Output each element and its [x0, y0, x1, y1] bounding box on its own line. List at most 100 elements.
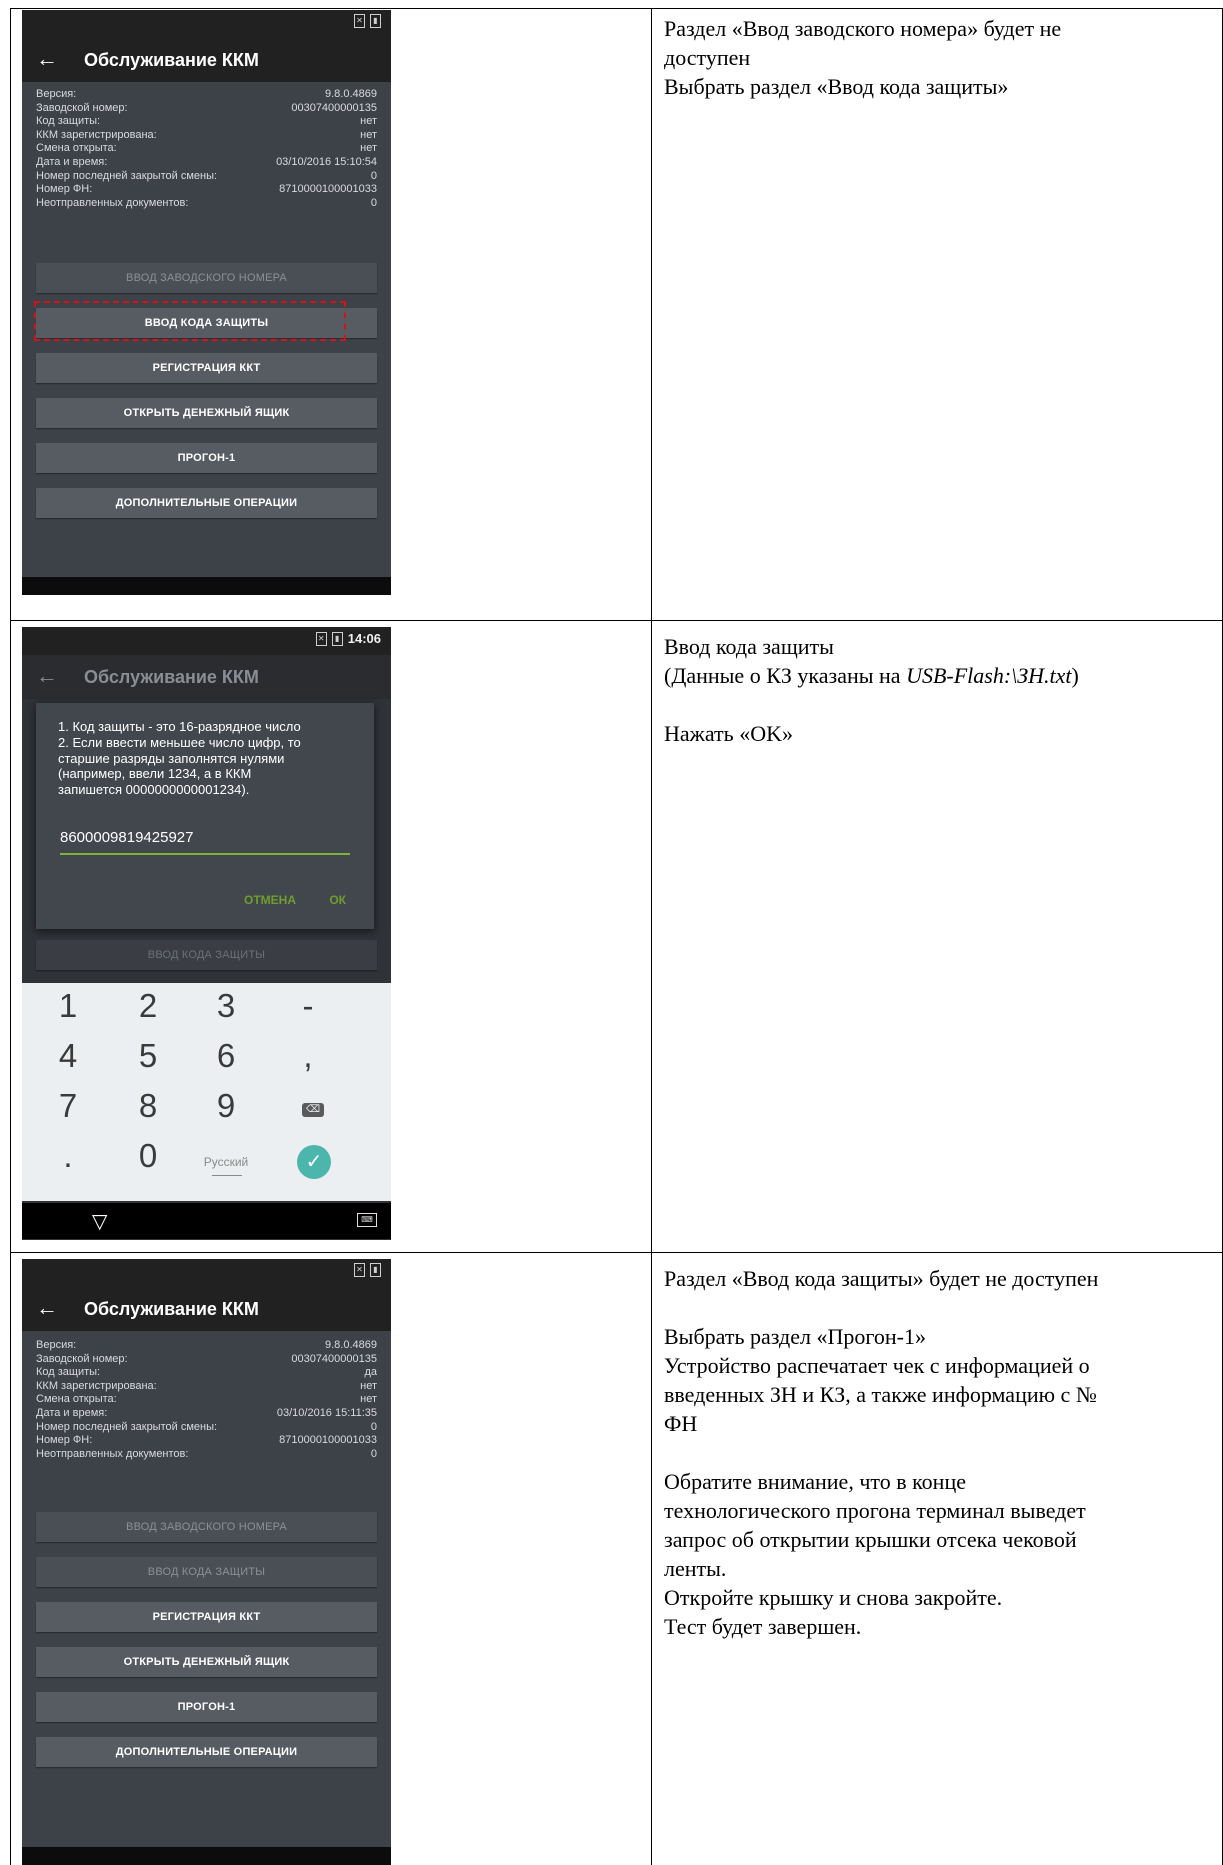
instruction-line: технологического прогона терминал выведе…	[664, 1498, 1086, 1523]
key-9[interactable]: 9	[180, 1087, 272, 1125]
nav-bar	[22, 1847, 391, 1865]
key-1[interactable]: 1	[22, 987, 114, 1025]
app-bar: ← Обслуживание ККМ	[22, 38, 391, 82]
page-title: Обслуживание ККМ	[84, 1299, 259, 1319]
test-run-button[interactable]: ПРОГОН-1	[36, 443, 377, 473]
info-row: Номер ФН: 8710000100001033	[36, 1434, 377, 1447]
table-column-divider	[651, 8, 652, 1865]
phone-screen-3: ✕ ▮ ← Обслуживание ККМ Версия: 9.8.0.4869 …	[22, 1259, 391, 1865]
table-row-divider	[10, 620, 1223, 621]
space-indicator	[212, 1175, 242, 1176]
enter-protection-code-button: ВВОД КОДА ЗАЩИТЫ	[36, 940, 377, 970]
app-bar: ← Обслуживание ККМ	[22, 1287, 391, 1331]
input-underline	[60, 853, 350, 855]
info-row: Дата и время: 03/10/2016 15:10:54	[36, 155, 377, 168]
instruction-line: ФН	[664, 1411, 698, 1436]
key-3[interactable]: 3	[180, 987, 272, 1025]
key-4[interactable]: 4	[22, 1037, 114, 1075]
instruction-line: Обратите внимание, что в конце	[664, 1469, 966, 1494]
info-row: Дата и время: 03/10/2016 15:11:35	[36, 1406, 377, 1419]
page-title: Обслуживание ККМ	[84, 667, 259, 687]
battery-icon: ▮	[370, 1263, 381, 1277]
page-title: Обслуживание ККМ	[84, 50, 259, 70]
info-row: Код защиты: нет	[36, 115, 377, 128]
nav-back-icon[interactable]: ▽	[92, 1209, 107, 1234]
table-border-top	[10, 8, 1223, 9]
back-arrow-icon[interactable]: ←	[36, 46, 58, 72]
additional-operations-button[interactable]: ДОПОЛНИТЕЛЬНЫЕ ОПЕРАЦИИ	[36, 488, 377, 518]
ok-button[interactable]: ОК	[329, 893, 346, 907]
info-row: Заводской номер: 00307400000135	[36, 1352, 377, 1365]
phone-screen-1: ✕ ▮ ← Обслуживание ККМ Версия: 9.8.0.4869 …	[22, 10, 391, 595]
nav-bar	[22, 577, 391, 595]
keyboard-switch-icon[interactable]: ⌨	[357, 1213, 377, 1227]
info-row: Код защиты: да	[36, 1366, 377, 1379]
table-row-divider	[10, 1252, 1223, 1253]
info-row: Номер последней закрытой смены: 0	[36, 169, 377, 182]
back-arrow-icon[interactable]: ←	[36, 1295, 58, 1321]
enter-protection-code-button: ВВОД КОДА ЗАЩИТЫ	[36, 1557, 377, 1587]
open-cash-drawer-button[interactable]: ОТКРЫТЬ ДЕНЕЖНЫЙ ЯЩИК	[36, 1647, 377, 1677]
enter-check-icon[interactable]: ✓	[297, 1145, 331, 1179]
phone-screen-2: ✕ ▮ 14:06 ← Обслуживание ККМ 1. Код защиты…	[22, 627, 391, 1240]
key-6[interactable]: 6	[180, 1037, 272, 1075]
table-border-left	[10, 8, 11, 1865]
no-sim-icon: ✕	[354, 14, 365, 28]
backspace-icon[interactable]: ⌫	[302, 1103, 324, 1117]
language-key[interactable]: Русский	[180, 1155, 272, 1169]
dialog-message: 1. Код защиты - это 16-разрядное число 2…	[58, 719, 301, 798]
cancel-button[interactable]: ОТМЕНА	[244, 893, 296, 907]
numeric-keyboard: 1 2 3 - 4 5 6 , 7 8 9 ⌫ . 0 Русский ✓	[22, 983, 391, 1201]
instruction-line: Устройство распечатает чек с информацией…	[664, 1353, 1090, 1378]
open-cash-drawer-button[interactable]: ОТКРЫТЬ ДЕНЕЖНЫЙ ЯЩИК	[36, 398, 377, 428]
key-comma[interactable]: ,	[262, 1037, 354, 1075]
battery-icon: ▮	[370, 14, 381, 28]
protection-code-dialog: 1. Код защиты - это 16-разрядное число 2…	[36, 703, 374, 929]
info-row: Неотправленных документов: 0	[36, 1447, 377, 1460]
app-bar: ← Обслуживание ККМ	[22, 655, 391, 699]
instruction-line: Ввод кода защиты	[664, 634, 834, 659]
highlight-box	[34, 301, 346, 341]
info-row: Версия: 9.8.0.4869	[36, 88, 377, 100]
info-row: Версия: 9.8.0.4869	[36, 1339, 377, 1351]
info-row: Неотправленных документов: 0	[36, 196, 377, 209]
instruction-line	[664, 1438, 1223, 1467]
instruction-line: Выбрать раздел «Ввод кода защиты»	[664, 74, 1009, 99]
info-row: ККМ зарегистрирована: нет	[36, 1379, 377, 1392]
status-bar: ✕ ▮	[22, 10, 391, 38]
nav-bar: ▽ ⌨	[22, 1203, 391, 1239]
enter-serial-number-button: ВВОД ЗАВОДСКОГО НОМЕРА	[36, 263, 377, 293]
test-run-button[interactable]: ПРОГОН-1	[36, 1692, 377, 1722]
enter-serial-number-button: ВВОД ЗАВОДСКОГО НОМЕРА	[36, 1512, 377, 1542]
info-row: ККМ зарегистрирована: нет	[36, 128, 377, 141]
instruction-line: Выбрать раздел «Прогон-1»	[664, 1324, 926, 1349]
info-row: Смена открыта: нет	[36, 142, 377, 155]
instruction-line: Откройте крышку и снова закройте.	[664, 1585, 1003, 1610]
info-row: Смена открыта: нет	[36, 1393, 377, 1406]
instruction-line: запрос об открытии крышки отсека чековой	[664, 1527, 1077, 1552]
additional-operations-button[interactable]: ДОПОЛНИТЕЛЬНЫЕ ОПЕРАЦИИ	[36, 1737, 377, 1767]
key-dot[interactable]: .	[22, 1137, 114, 1175]
protection-code-input[interactable]: 8600009819425927	[60, 829, 193, 846]
register-kkt-button[interactable]: РЕГИСТРАЦИЯ ККТ	[36, 353, 377, 383]
instruction-line: ленты.	[664, 1556, 727, 1581]
key-7[interactable]: 7	[22, 1087, 114, 1125]
battery-icon: ▮	[331, 631, 343, 646]
back-arrow-icon: ←	[36, 663, 58, 688]
no-sim-icon: ✕	[354, 1263, 365, 1277]
info-row: Номер последней закрытой смены: 0	[36, 1420, 377, 1433]
instruction-line: введенных ЗН и КЗ, а также информацию с …	[664, 1382, 1097, 1407]
key-minus[interactable]: -	[262, 987, 354, 1025]
instruction-line	[664, 1293, 1223, 1322]
instruction-line: Раздел «Ввод кода защиты» будет не досту…	[664, 1266, 1099, 1291]
register-kkt-button[interactable]: РЕГИСТРАЦИЯ ККТ	[36, 1602, 377, 1632]
instruction-line: Раздел «Ввод заводского номера» будет не	[664, 16, 1062, 41]
instruction-line: Нажать «OK»	[664, 721, 793, 746]
instruction-blank-line	[664, 690, 1223, 719]
info-row: Номер ФН: 8710000100001033	[36, 183, 377, 196]
device-info-list: Версия: 9.8.0.4869 Заводской номер: 003074…	[36, 88, 377, 210]
instructions-1: Раздел «Ввод заводского номера» будет не…	[664, 14, 1223, 101]
device-info-list: Версия: 9.8.0.4869 Заводской номер: 003074…	[36, 1339, 377, 1461]
status-bar: ✕ ▮ 14:06	[22, 627, 391, 655]
instruction-line: Тест будет завершен.	[664, 1614, 862, 1639]
